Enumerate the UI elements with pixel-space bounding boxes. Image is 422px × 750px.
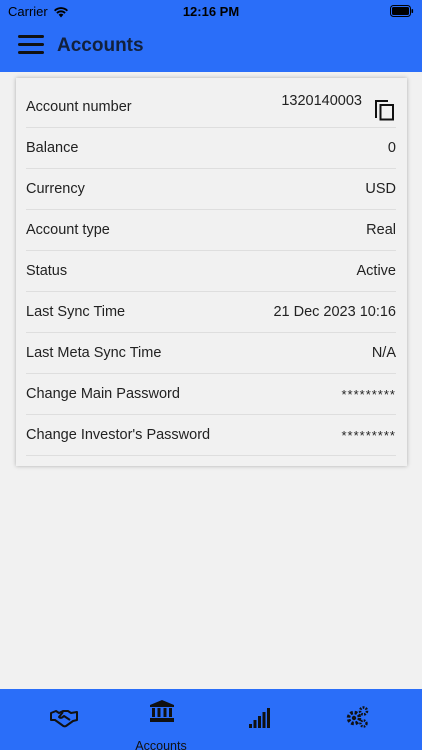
row-label: Account number [26,98,132,115]
row-status: Status Active [26,251,396,292]
page-title: Accounts [57,35,144,56]
row-label: Currency [26,181,85,197]
main-password-mask: ********* [341,386,396,402]
row-change-main-password[interactable]: Change Main Password ********* [26,374,396,415]
handshake-icon [50,710,78,728]
last-meta-sync-time-value: N/A [371,345,396,361]
last-sync-time-value: 21 Dec 2023 10:16 [273,304,396,320]
nav-label: Accounts [135,739,187,750]
row-last-sync-time: Last Sync Time 21 Dec 2023 10:16 [26,292,396,333]
account-number-value: 1320140003 [281,92,362,109]
top-bar: Carrier 12:16 PM Accounts [0,0,422,72]
bottom-nav: Accounts [0,689,422,750]
status-bar: Carrier 12:16 PM [0,0,422,22]
nav-item-signals[interactable] [210,689,310,750]
investor-password-mask: ********* [341,427,396,443]
copy-icon[interactable] [372,95,396,121]
nav-item-accounts[interactable]: Accounts [111,689,211,750]
row-label: Last Sync Time [26,304,126,320]
row-balance: Balance 0 [26,128,396,169]
nav-item-settings[interactable] [307,689,407,750]
row-account-type: Account type Real [26,210,396,251]
hamburger-icon-line [18,43,44,46]
row-label: Last Meta Sync Time [26,345,162,361]
balance-value: 0 [387,140,396,156]
account-card: Account number 1320140003 Balance 0 Curr… [16,78,407,466]
row-label: Change Main Password [26,386,180,402]
row-change-investor-password[interactable]: Change Investor's Password ********* [26,415,396,456]
row-label: Balance [26,140,79,156]
row-account-number: Account number 1320140003 [26,86,396,128]
app-header: Accounts [0,22,422,72]
account-number-value-group: 1320140003 [281,93,396,121]
menu-button[interactable] [18,35,44,57]
currency-value: USD [365,181,396,197]
row-currency: Currency USD [26,169,396,210]
signal-bars-icon [249,708,270,728]
bank-icon [150,700,174,722]
status-value: Active [356,263,397,279]
clock: 12:16 PM [182,4,240,19]
hamburger-icon-line [18,51,44,54]
battery-icon [390,5,414,20]
account-type-value: Real [366,222,396,238]
row-last-meta-sync-time: Last Meta Sync Time N/A [26,333,396,374]
row-label: Account type [26,222,110,238]
row-label: Change Investor's Password [26,427,211,443]
gears-icon [346,706,369,728]
row-label: Status [26,263,68,279]
hamburger-icon-line [18,35,44,38]
nav-item-deals[interactable] [14,689,114,750]
